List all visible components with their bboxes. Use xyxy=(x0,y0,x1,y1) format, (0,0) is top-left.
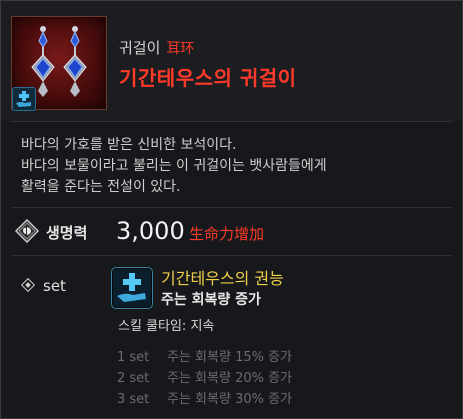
stat-label: 생명력 xyxy=(46,224,88,242)
item-type-label: 귀걸이 xyxy=(119,39,161,57)
set-tier-effect: 주는 회복량 15% 증가 xyxy=(167,350,293,365)
plus-hand-icon xyxy=(12,87,36,111)
set-tier-row: 1 set 주는 회복량 15% 증가 xyxy=(117,346,292,365)
divider xyxy=(11,255,452,256)
health-icon xyxy=(14,218,40,244)
item-type-cn: 耳环 xyxy=(166,41,195,57)
item-name: 기간테우스의 귀걸이 xyxy=(119,66,297,90)
item-tooltip: 귀걸이 耳环 기간테우스의 귀걸이 바다의 가호를 받은 신비한 보석이다. 바다… xyxy=(0,0,463,419)
divider xyxy=(11,207,452,208)
set-tier-effect: 주는 회복량 20% 증가 xyxy=(167,371,293,386)
set-label: set xyxy=(43,277,66,295)
plus-hand-icon xyxy=(111,267,153,309)
diamond-icon xyxy=(20,277,36,293)
set-skill-desc: 주는 회복량 증가 xyxy=(161,292,261,308)
skill-cooldown: 스킬 쿨타임: 지속 xyxy=(118,319,215,334)
stat-note: 生命力增加 xyxy=(189,225,265,243)
item-type: 귀걸이 耳环 xyxy=(119,37,194,58)
description-line: 활력을 준다는 전설이 있다. xyxy=(21,179,181,195)
set-tier-effect: 주는 회복량 30% 증가 xyxy=(167,392,293,407)
tooltip-header: 귀걸이 耳环 기간테우스의 귀걸이 xyxy=(1,1,462,121)
description-line: 바다의 보물이라고 불리는 이 귀걸이는 뱃사람들에게 xyxy=(21,158,327,174)
set-skill-name: 기간테우스의 권능 xyxy=(161,269,284,288)
description-line: 바다의 가호를 받은 신비한 보석이다. xyxy=(21,137,237,153)
set-tier-count: 2 set xyxy=(117,371,150,386)
divider xyxy=(11,121,452,122)
earring-icon xyxy=(11,16,107,111)
set-tier-row: 2 set 주는 회복량 20% 증가 xyxy=(117,367,292,386)
item-description: 바다의 가호를 받은 신비한 보석이다. 바다의 보물이라고 불리는 이 귀걸이… xyxy=(21,135,327,198)
set-tier-row: 3 set 주는 회복량 30% 증가 xyxy=(117,388,292,407)
stat-value: 3,000 xyxy=(116,217,185,245)
set-tier-count: 3 set xyxy=(117,392,150,407)
set-tier-count: 1 set xyxy=(117,350,150,365)
